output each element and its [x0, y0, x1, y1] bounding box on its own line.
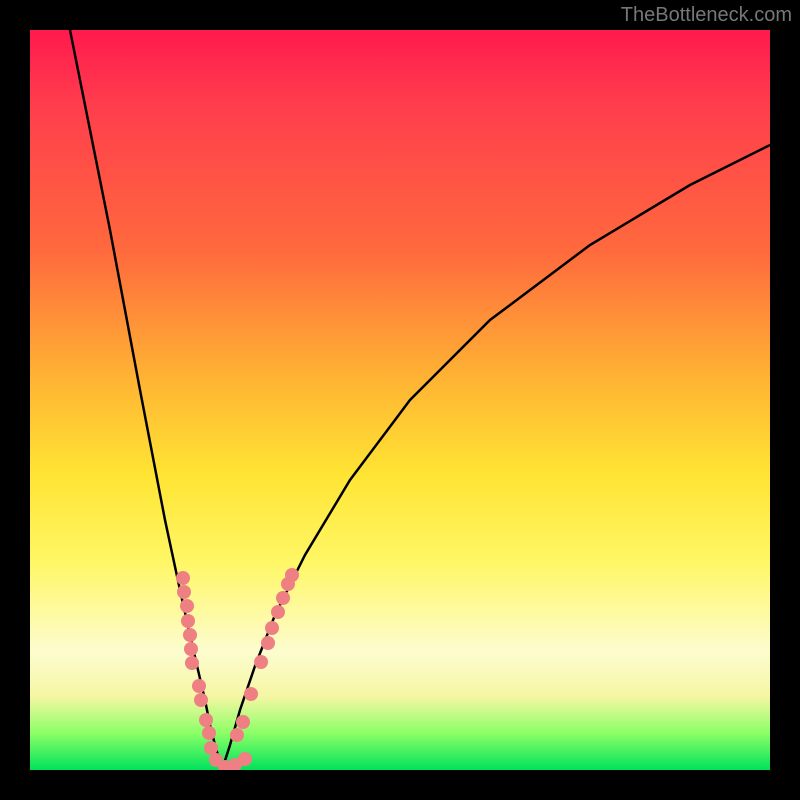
data-marker [204, 741, 218, 755]
data-marker [236, 715, 250, 729]
data-marker [176, 571, 190, 585]
data-marker [276, 591, 290, 605]
curve-layer [30, 30, 770, 770]
plot-area [30, 30, 770, 770]
data-marker [285, 568, 299, 582]
data-marker [202, 726, 216, 740]
data-marker [184, 642, 198, 656]
data-marker [183, 628, 197, 642]
data-marker [238, 752, 252, 766]
curve-left-arm [70, 30, 222, 770]
data-marker [199, 713, 213, 727]
data-marker [265, 621, 279, 635]
data-marker [177, 585, 191, 599]
data-marker [244, 687, 258, 701]
watermark-text: TheBottleneck.com [621, 4, 792, 27]
data-marker [185, 656, 199, 670]
data-marker [254, 655, 268, 669]
data-marker [194, 693, 208, 707]
data-marker [192, 679, 206, 693]
marker-group [176, 568, 299, 770]
data-marker [181, 614, 195, 628]
data-marker [271, 605, 285, 619]
data-marker [261, 636, 275, 650]
curve-right-arm [222, 145, 770, 770]
data-marker [230, 728, 244, 742]
data-marker [180, 599, 194, 613]
